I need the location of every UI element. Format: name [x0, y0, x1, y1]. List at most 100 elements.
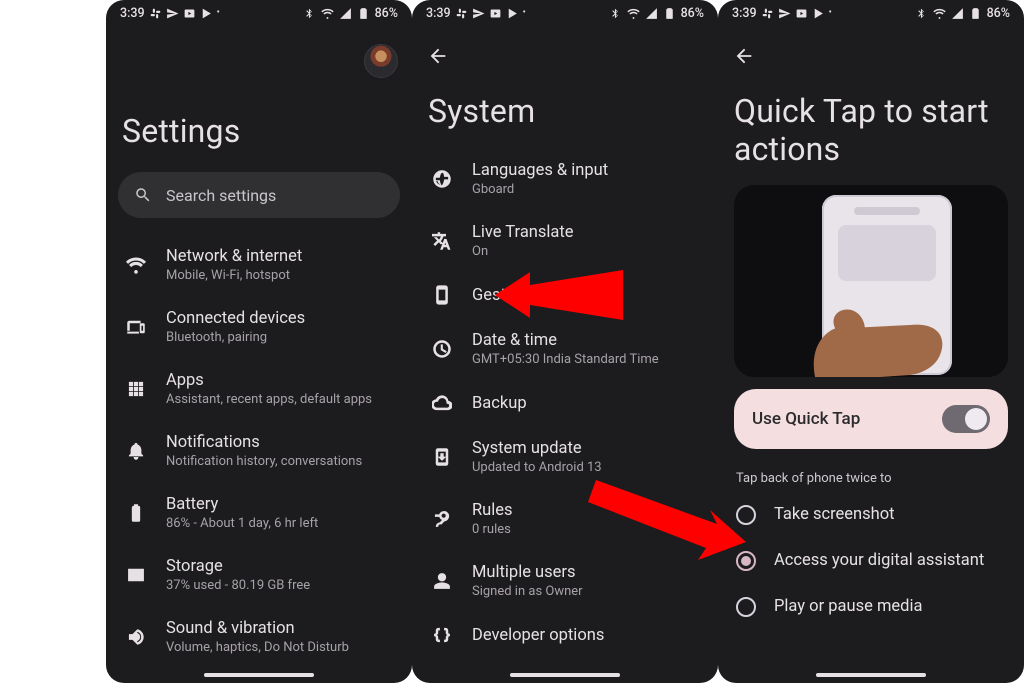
- item-title: Date & time: [472, 331, 659, 350]
- wifi-icon: [933, 7, 946, 20]
- radio-screenshot[interactable]: Take screenshot: [718, 492, 1024, 538]
- settings-item-notifications[interactable]: Notifications Notification history, conv…: [106, 420, 412, 482]
- settings-item-apps[interactable]: Apps Assistant, recent apps, default app…: [106, 358, 412, 420]
- bell-icon: [124, 441, 148, 461]
- system-item-languages[interactable]: Languages & input Gboard: [412, 148, 718, 210]
- item-subtitle: On: [472, 244, 574, 259]
- wifi-icon: [124, 255, 148, 275]
- translate-icon: [430, 231, 454, 251]
- system-item-update[interactable]: System update Updated to Android 13: [412, 426, 718, 488]
- send-icon: [472, 7, 485, 20]
- wifi-icon: [321, 7, 334, 20]
- item-subtitle: Updated to Android 13: [472, 460, 602, 475]
- battery-icon: [969, 7, 982, 20]
- wifi-icon: [627, 7, 640, 20]
- youtube-icon: [183, 7, 196, 20]
- cloud-icon: [430, 393, 454, 413]
- clock: 3:39: [426, 6, 451, 21]
- signal-icon: [339, 7, 352, 20]
- rules-icon: [430, 509, 454, 529]
- page-title: Quick Tap to start actions: [718, 74, 1024, 185]
- item-subtitle: Bluetooth, pairing: [166, 330, 305, 345]
- system-item-devopts[interactable]: Developer options: [412, 612, 718, 658]
- devices-icon: [124, 317, 148, 337]
- item-title: Developer options: [472, 626, 604, 645]
- page-title: System: [412, 74, 718, 146]
- illustration: [734, 185, 1008, 377]
- clock-icon: [430, 339, 454, 359]
- search-icon: [134, 186, 152, 204]
- item-subtitle: 86% - About 1 day, 6 hr left: [166, 516, 318, 531]
- settings-item-network[interactable]: Network & internet Mobile, Wi-Fi, hotspo…: [106, 234, 412, 296]
- globe-icon: [430, 169, 454, 189]
- youtube-icon: [489, 7, 502, 20]
- sound-icon: [124, 627, 148, 647]
- settings-item-sound[interactable]: Sound & vibration Volume, haptics, Do No…: [106, 606, 412, 668]
- radio-label: Take screenshot: [774, 505, 895, 524]
- page-title: Settings: [106, 84, 412, 166]
- bluetooth-icon: [609, 7, 622, 20]
- item-title: Rules: [472, 501, 513, 520]
- item-title: Live Translate: [472, 223, 574, 242]
- item-title: Network & internet: [166, 247, 302, 266]
- back-button[interactable]: [732, 44, 756, 68]
- more-dot: •: [829, 8, 832, 18]
- profile-avatar[interactable]: [364, 44, 398, 78]
- bluetooth-icon: [303, 7, 316, 20]
- item-subtitle: Notification history, conversations: [166, 454, 362, 469]
- signal-icon: [951, 7, 964, 20]
- youtube-icon: [795, 7, 808, 20]
- item-title: System update: [472, 439, 602, 458]
- battery-icon: [124, 503, 148, 523]
- item-subtitle: GMT+05:30 India Standard Time: [472, 352, 659, 367]
- arrow-annotation: [588, 480, 748, 570]
- item-title: Backup: [472, 394, 527, 413]
- item-subtitle: Volume, haptics, Do Not Disturb: [166, 640, 349, 655]
- settings-item-battery[interactable]: Battery 86% - About 1 day, 6 hr left: [106, 482, 412, 544]
- braces-icon: [430, 625, 454, 645]
- slack-icon: [455, 7, 468, 20]
- settings-item-connected[interactable]: Connected devices Bluetooth, pairing: [106, 296, 412, 358]
- radio-media[interactable]: Play or pause media: [718, 584, 1024, 630]
- more-dot: •: [217, 8, 220, 18]
- battery-pct: 86%: [375, 6, 398, 21]
- item-title: Languages & input: [472, 161, 608, 180]
- phone-icon: [430, 285, 454, 305]
- switch-on-icon: [942, 405, 990, 433]
- radio-icon: [736, 597, 756, 617]
- clock: 3:39: [732, 6, 757, 21]
- status-bar: 3:39 • 86%: [412, 0, 718, 26]
- item-title: Multiple users: [472, 563, 583, 582]
- item-subtitle: 37% used - 80.19 GB free: [166, 578, 310, 593]
- apps-icon: [124, 379, 148, 399]
- radio-label: Access your digital assistant: [774, 551, 984, 570]
- radio-assistant[interactable]: Access your digital assistant: [718, 538, 1024, 584]
- system-item-backup[interactable]: Backup: [412, 380, 718, 426]
- send-icon: [166, 7, 179, 20]
- item-subtitle: Signed in as Owner: [472, 584, 583, 599]
- clock: 3:39: [120, 6, 145, 21]
- nav-handle[interactable]: [510, 673, 620, 677]
- item-title: Notifications: [166, 433, 362, 452]
- slack-icon: [149, 7, 162, 20]
- battery-pct: 86%: [987, 6, 1010, 21]
- nav-handle[interactable]: [816, 673, 926, 677]
- user-icon: [430, 571, 454, 591]
- battery-icon: [663, 7, 676, 20]
- item-title: Storage: [166, 557, 310, 576]
- slack-icon: [761, 7, 774, 20]
- search-input[interactable]: Search settings: [118, 172, 400, 218]
- play-icon: [200, 7, 213, 20]
- item-title: Sound & vibration: [166, 619, 349, 638]
- play-icon: [506, 7, 519, 20]
- nav-handle[interactable]: [204, 673, 314, 677]
- send-icon: [778, 7, 791, 20]
- back-button[interactable]: [426, 44, 450, 68]
- item-subtitle: Mobile, Wi-Fi, hotspot: [166, 268, 302, 283]
- status-bar: 3:39 • 86%: [718, 0, 1024, 26]
- item-title: Apps: [166, 371, 372, 390]
- item-subtitle: 0 rules: [472, 522, 513, 537]
- settings-item-storage[interactable]: Storage 37% used - 80.19 GB free: [106, 544, 412, 606]
- play-icon: [812, 7, 825, 20]
- use-quick-tap-toggle[interactable]: Use Quick Tap: [734, 389, 1008, 449]
